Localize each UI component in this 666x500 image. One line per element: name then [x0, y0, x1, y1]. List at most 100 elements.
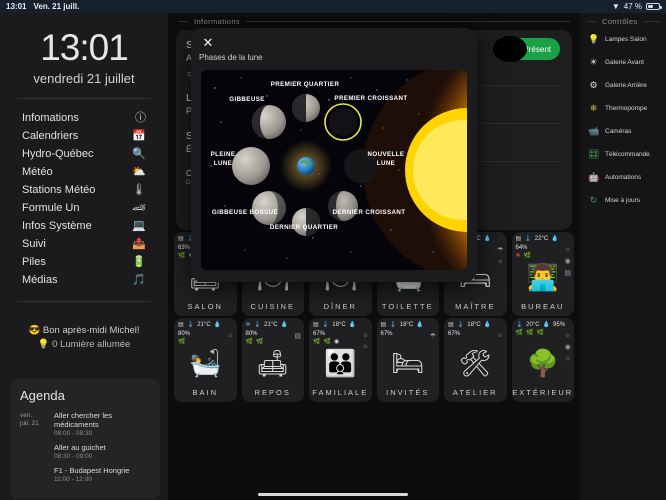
room-name: MAÎTRE	[455, 302, 496, 311]
battery-icon: 🔋	[132, 255, 146, 268]
room-card-repos[interactable]: ❄ 🌡 21°C 💧 80% 🌿 🌿 🛋 ▤ REPOS	[241, 318, 304, 402]
sidebar-item-label: Infomations	[22, 112, 79, 124]
room-humidity: 67%	[448, 331, 461, 337]
lights-status-line: 💡 0 Lumière allumée	[0, 338, 168, 352]
agenda-card[interactable]: Agenda ven. juil. 21 Aller chercher les …	[10, 379, 160, 499]
room-right-icons[interactable]: ☂	[430, 332, 436, 340]
thermometer-icon: 🌡	[186, 322, 195, 328]
informations-section-header: Informations	[168, 13, 580, 28]
status-bar: 13:01 Ven. 21 juill. ▼ 47 %	[0, 0, 666, 13]
outdoor-light-icon: ☀	[589, 57, 598, 67]
room-temp: 18°C	[399, 321, 414, 328]
room-card-familiale[interactable]: ▤ 🌡 18°C 💧 67% 🌿 🌿 ◉ 👪 ☼ ☼ FAMILIALE	[309, 318, 372, 402]
label-pleine-lune-2: LUNE	[214, 160, 232, 167]
agenda-event-time: 08:30 - 09:00	[54, 453, 93, 460]
package-icon: 📤	[132, 237, 146, 250]
sidebar-item-medias[interactable]: Médias 🎵	[0, 271, 168, 289]
humidity-icon: 💧	[542, 322, 551, 328]
room-humidity: 67%	[313, 331, 326, 337]
agenda-event-title: Aller chercher les médicaments	[54, 411, 112, 429]
lamp-icon: ☼	[497, 258, 504, 265]
sidebar-item-stations-meteo[interactable]: Stations Météo 🌡	[0, 181, 168, 199]
room-humidity: 95%	[553, 321, 566, 328]
agenda-date-num: juil. 21	[20, 420, 39, 427]
lamp-icon: ☼	[227, 332, 234, 339]
list-item[interactable]: ven. juil. 21 Aller chercher les médicam…	[20, 411, 150, 438]
room-right-icons[interactable]: ▤	[294, 332, 301, 340]
sunglasses-face-icon: 😎	[28, 325, 41, 336]
home-indicator[interactable]	[258, 493, 408, 496]
close-icon[interactable]: ✕	[199, 34, 217, 52]
status-bar-left: 13:01 Ven. 21 juill.	[0, 2, 79, 11]
sidebar-item-hydro-quebec[interactable]: Hydro-Québec 🔍	[0, 145, 168, 163]
room-humidity: 67%	[380, 331, 393, 337]
room-humidity: 64%	[515, 245, 528, 251]
sidebar-item-calendriers[interactable]: Calendriers 📅	[0, 127, 168, 145]
agenda-date-day: ven.	[20, 412, 33, 419]
room-temp: 20°C	[526, 321, 540, 328]
sidebar-item-suivi[interactable]: Suivi 📤	[0, 235, 168, 253]
calendar-icon: 📅	[132, 129, 146, 142]
sidebar-item-piles[interactable]: Piles 🔋	[0, 253, 168, 271]
humidity-icon: 💧	[280, 322, 289, 328]
room-name: CUISINE	[250, 302, 295, 311]
control-item-lampes-salon[interactable]: 💡 Lampes Salon	[580, 28, 666, 51]
control-item-galerie-avant[interactable]: ☀ Galerie Avant	[580, 51, 666, 74]
bed-icon: ▤	[448, 322, 454, 328]
room-name: TOILETTE	[381, 302, 434, 311]
list-item[interactable]: F1 - Budapest Hongrie 11:00 - 12:00	[20, 466, 150, 484]
control-item-galerie-arriere[interactable]: ⚙ Galerie Arrière	[580, 74, 666, 97]
room-right-icons[interactable]: ☼ ☼	[362, 332, 368, 350]
sidebar-item-meteo[interactable]: Météo ⛅	[0, 163, 168, 181]
avatar	[493, 36, 528, 62]
label-gibbeuse: GIBBEUSE	[229, 96, 265, 103]
room-card-atelier[interactable]: ▤ 🌡 18°C 💧 67% 🛠 ☼ ATELIER	[444, 318, 507, 402]
sidebar-item-label: Calendriers	[22, 130, 79, 142]
room-card-exterieur[interactable]: 🌡 20°C 💧 95% 🌿 🌿 🌿 🌳 ☼ ◉ ☼ EXTÉRIEUR	[511, 318, 574, 402]
sidebar-item-infomations[interactable]: Infomations ⓘ	[0, 109, 168, 127]
update-icon: ↻	[589, 195, 598, 205]
media-icon: 🎵	[132, 273, 146, 286]
sidebar-item-formule-un[interactable]: Formule Un 🏎	[0, 199, 168, 217]
humidity-icon: 💧	[551, 236, 559, 242]
control-item-telecommande[interactable]: 🎛 Télécommande	[580, 143, 666, 166]
room-card-bain[interactable]: ▤ 🌡 21°C 💧 80% 🌿 🛀 ☼ BAIN	[174, 318, 237, 402]
room-card-bureau[interactable]: ▤ 🌡 22°C 💧 64% ✖ 🌿 👨‍💻 ☼ ◉ ▤ BUREAU	[511, 232, 574, 316]
room-right-icons[interactable]: ☂ ☼	[497, 246, 503, 265]
robot-icon: 🤖	[588, 172, 600, 182]
lights-status-text: 0 Lumière allumée	[52, 339, 131, 350]
bed-icon: ▤	[178, 236, 184, 242]
list-item[interactable]: Aller au guichet 08:30 - 09:00	[20, 443, 150, 461]
control-item-cameras[interactable]: 📹 Caméras	[580, 120, 666, 143]
section-label: Informations	[194, 17, 241, 26]
right-sidebar: Contrôles 💡 Lampes Salon ☀ Galerie Avant…	[580, 13, 666, 500]
agenda-title: Agenda	[20, 388, 65, 403]
control-item-automations[interactable]: 🤖 Automations	[580, 166, 666, 189]
control-item-label: Télécommande	[605, 151, 650, 158]
room-right-icons[interactable]: ☼ ◉ ▤	[564, 246, 571, 277]
sidebar-item-label: Hydro-Québec	[22, 148, 94, 160]
sidebar-item-label: Formule Un	[22, 202, 80, 214]
sidebar-menu: Infomations ⓘ Calendriers 📅 Hydro-Québec…	[0, 99, 168, 289]
room-name: DÎNER	[323, 302, 357, 311]
presence-badge[interactable]: Présent	[493, 36, 560, 62]
plant-icon: 🌿	[536, 330, 544, 336]
room-temp: 21°C	[264, 321, 278, 328]
section-label: Contrôles	[602, 17, 638, 26]
thermometer-icon: 🌡	[389, 322, 397, 328]
room-right-icons[interactable]: ☼	[497, 332, 503, 339]
sidebar-item-infos-systeme[interactable]: Infos Système 💻	[0, 217, 168, 235]
room-card-invites[interactable]: ▤ 🌡 18°C 💧 67% 🛏 ☂ INVITÉS	[376, 318, 439, 402]
control-item-thermopompe[interactable]: ❄ Thermopompe	[580, 97, 666, 120]
room-right-icons[interactable]: ☼	[227, 332, 233, 339]
plant-icon: 🌿	[525, 330, 534, 336]
thermometer-icon: 🌡	[456, 322, 465, 328]
room-right-icons[interactable]: ☼ ◉ ☼	[565, 332, 571, 362]
clock-date: vendredi 21 juillet	[33, 71, 135, 86]
laptop-icon: 💻	[132, 219, 146, 232]
control-item-mise-a-jours[interactable]: ↻ Mise à jours	[580, 189, 666, 212]
sidebar-divider-bottom	[18, 301, 150, 302]
lamp-icon: ☼	[564, 355, 571, 362]
room-art: 🛋	[256, 347, 290, 378]
humidity-icon: 💧	[483, 322, 492, 328]
